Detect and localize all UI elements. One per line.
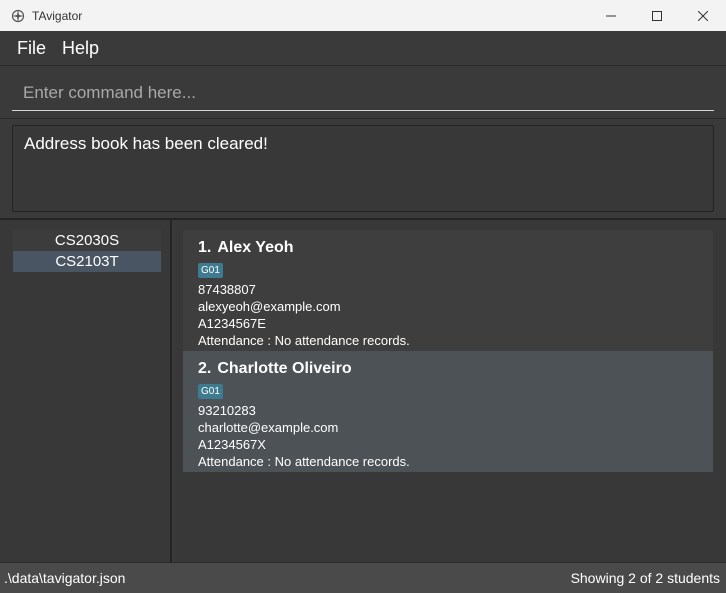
group-tag: G01 [198,263,223,278]
maximize-icon [652,10,662,21]
student-name: Alex Yeoh [217,239,294,256]
group-tag: G01 [198,384,223,399]
menu-file[interactable]: File [9,38,54,59]
window-title: TAvigator [32,8,83,23]
student-card[interactable]: 1. Alex Yeoh G01 87438807 alexyeoh@exampl… [183,230,713,351]
class-item-cs2103t[interactable]: CS2103T [13,251,161,272]
student-list: 1. Alex Yeoh G01 87438807 alexyeoh@exampl… [183,230,713,472]
student-list-panel: 1. Alex Yeoh G01 87438807 alexyeoh@exampl… [174,220,726,562]
menu-bar: File Help [0,31,726,66]
list-summary: Showing 2 of 2 students [570,570,720,586]
save-file-path: .\data\tavigator.json [4,570,126,586]
student-id: A1234567E [198,316,266,331]
class-item-cs2030s[interactable]: CS2030S [13,230,161,251]
student-phone: 87438807 [198,282,256,297]
student-index: 2. [198,360,212,377]
class-list-panel: CS2030S CS2103T [0,220,172,562]
close-icon [698,10,708,21]
maximize-button[interactable] [634,0,680,31]
student-attendance: Attendance : No attendance records. [198,333,410,348]
student-index: 1. [198,239,212,256]
menu-help[interactable]: Help [54,38,107,59]
minimize-icon [606,15,616,16]
result-message: Address book has been cleared! [12,125,714,212]
student-card[interactable]: 2. Charlotte Oliveiro G01 93210283 charlo… [183,351,713,472]
command-input[interactable] [12,75,714,111]
student-phone: 93210283 [198,403,256,418]
student-id: A1234567X [198,437,266,452]
status-bar: .\data\tavigator.json Showing 2 of 2 stu… [0,562,726,593]
student-name: Charlotte Oliveiro [217,360,352,377]
student-name-row: 2. Charlotte Oliveiro [198,359,698,381]
app-logo-icon [11,9,25,23]
close-button[interactable] [680,0,726,31]
class-list: CS2030S CS2103T [13,230,161,272]
minimize-button[interactable] [588,0,634,31]
student-email: alexyeoh@example.com [198,299,341,314]
title-bar: TAvigator [0,0,726,31]
result-display: Address book has been cleared! [0,120,726,218]
student-name-row: 1. Alex Yeoh [198,238,698,260]
student-attendance: Attendance : No attendance records. [198,454,410,469]
student-email: charlotte@example.com [198,420,339,435]
command-box [0,67,726,119]
